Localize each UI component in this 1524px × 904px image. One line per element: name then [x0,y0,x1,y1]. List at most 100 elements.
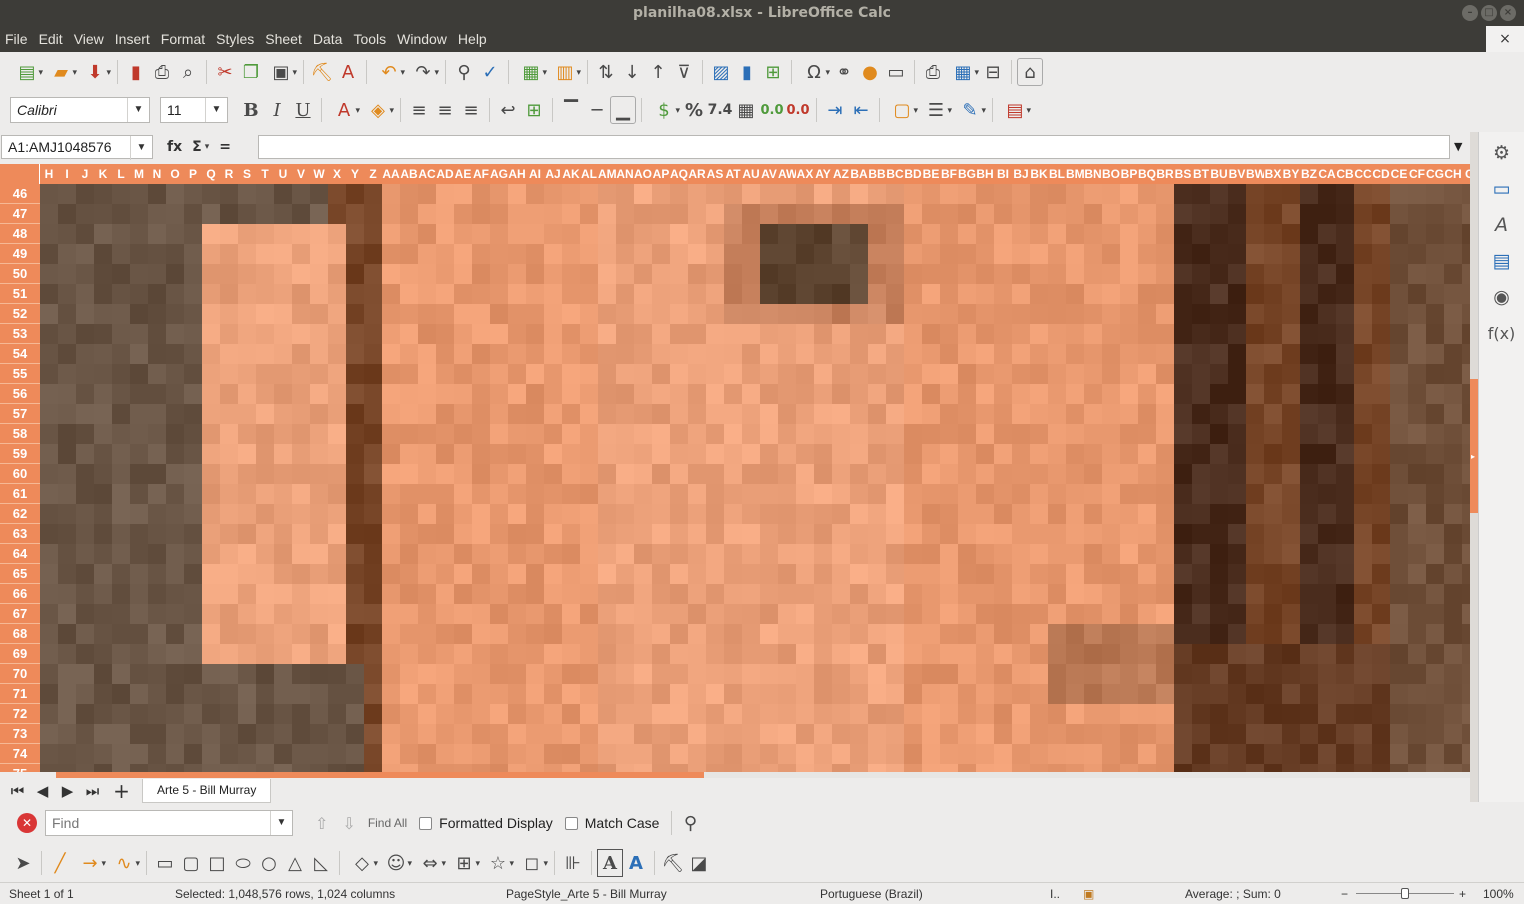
cell[interactable] [1048,424,1066,444]
sidebar-splitter[interactable]: ▸ [1470,132,1478,802]
cell[interactable] [562,644,580,664]
cell[interactable] [454,424,472,444]
cell[interactable] [688,484,706,504]
cell[interactable] [292,264,310,284]
cell[interactable] [922,664,940,684]
cell[interactable] [1426,764,1444,772]
cell[interactable] [922,364,940,384]
line-icon[interactable]: ╱ [47,849,73,877]
cell[interactable] [202,444,220,464]
cell[interactable] [526,644,544,664]
cell[interactable] [562,684,580,704]
cell[interactable] [958,744,976,764]
cell[interactable] [1048,564,1066,584]
cell[interactable] [58,204,76,224]
cell[interactable] [346,284,364,304]
cell[interactable] [904,684,922,704]
cell[interactable] [1300,304,1318,324]
cell[interactable] [562,724,580,744]
cell[interactable] [1444,344,1462,364]
cell[interactable] [1318,424,1336,444]
cell[interactable] [40,204,58,224]
right-triangle-icon[interactable]: ◺ [308,849,334,877]
cell[interactable] [760,264,778,284]
cell[interactable] [238,364,256,384]
cell[interactable] [796,224,814,244]
column-header[interactable]: Q [202,164,220,184]
cell[interactable] [202,744,220,764]
cell[interactable] [1444,184,1462,204]
cell[interactable] [1354,704,1372,724]
cell[interactable] [1246,264,1264,284]
cell[interactable] [436,424,454,444]
cell[interactable] [814,624,832,644]
cell[interactable] [922,224,940,244]
cell[interactable] [652,324,670,344]
cell[interactable] [1318,484,1336,504]
cell[interactable] [1426,284,1444,304]
cell[interactable] [400,324,418,344]
cell[interactable] [1318,464,1336,484]
cell[interactable] [130,464,148,484]
cell[interactable] [832,204,850,224]
cell[interactable] [490,704,508,724]
cell[interactable] [580,504,598,524]
cell[interactable] [310,404,328,424]
language-status[interactable]: Portuguese (Brazil) [820,887,923,901]
cell[interactable] [274,364,292,384]
fontwork-icon[interactable]: A [623,849,649,877]
gallery-icon[interactable]: ▤ [1487,246,1517,276]
cell[interactable] [508,264,526,284]
cell[interactable] [1066,584,1084,604]
cell[interactable] [580,424,598,444]
cell[interactable] [1102,324,1120,344]
cell[interactable] [724,764,742,772]
cell[interactable] [526,204,544,224]
cell[interactable] [1444,364,1462,384]
cell[interactable] [688,544,706,564]
cell[interactable] [922,764,940,772]
cell[interactable] [130,264,148,284]
cell[interactable] [1300,604,1318,624]
cell[interactable] [76,464,94,484]
cell[interactable] [436,344,454,364]
cell[interactable] [490,364,508,384]
cell[interactable] [364,524,382,544]
cell[interactable] [1318,184,1336,204]
cell[interactable] [940,624,958,644]
cell[interactable] [1408,664,1426,684]
cell[interactable] [1138,644,1156,664]
cell[interactable] [1372,344,1390,364]
cell[interactable] [526,184,544,204]
cell[interactable] [1048,604,1066,624]
cell[interactable] [202,584,220,604]
cell[interactable] [166,444,184,464]
insert-text-box-icon[interactable]: A [597,849,623,877]
cell[interactable] [1300,744,1318,764]
cell[interactable] [1192,464,1210,484]
cell[interactable] [1462,304,1470,324]
cell[interactable] [1372,544,1390,564]
cell[interactable] [112,464,130,484]
cell[interactable] [1228,564,1246,584]
cell[interactable] [1372,624,1390,644]
cell[interactable] [994,704,1012,724]
font-name-combo[interactable]: Calibri ▼ [10,97,150,123]
column-header[interactable]: BF [940,164,958,184]
cell[interactable] [1174,664,1192,684]
cell[interactable] [328,684,346,704]
cell[interactable] [1210,644,1228,664]
cell[interactable] [778,484,796,504]
cell[interactable] [184,684,202,704]
cell[interactable] [184,644,202,664]
cell[interactable] [454,484,472,504]
cell[interactable] [1030,304,1048,324]
cell[interactable] [1156,324,1174,344]
cell[interactable] [292,684,310,704]
cell[interactable] [40,584,58,604]
cell[interactable] [1408,284,1426,304]
cell[interactable] [184,504,202,524]
cell[interactable] [94,304,112,324]
add-sheet-button[interactable]: + [109,779,134,803]
cell[interactable] [274,184,292,204]
